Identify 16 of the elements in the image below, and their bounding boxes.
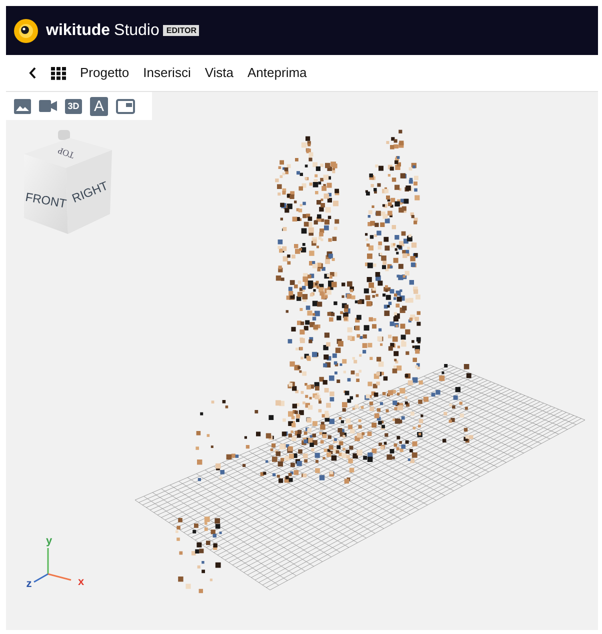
axes-gizmo: y z x — [16, 532, 96, 602]
grid-icon — [51, 66, 66, 80]
product-name: Studio — [114, 20, 160, 40]
window-icon[interactable] — [116, 98, 135, 114]
top-face-label[interactable]: TOP — [56, 145, 76, 161]
logo-text: wikitude — [46, 20, 110, 40]
menu-item[interactable]: Anteprima — [240, 63, 314, 83]
video-camera-icon[interactable] — [39, 100, 57, 112]
menu-item[interactable]: Progetto — [73, 63, 136, 83]
image-icon[interactable] — [14, 98, 31, 114]
cube-drawing[interactable] — [24, 130, 112, 234]
editor-label: EDITOR — [163, 24, 200, 36]
menu-item[interactable]: Inserisci — [136, 63, 198, 83]
chevron-left-icon — [29, 67, 37, 79]
logo-icon — [14, 18, 38, 42]
menu-item[interactable]: Vista — [198, 63, 241, 83]
